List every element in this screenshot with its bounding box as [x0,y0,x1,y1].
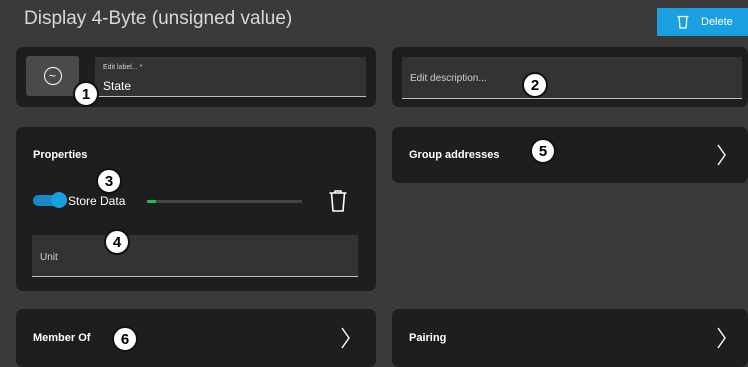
pairing-label: Pairing [409,332,447,344]
delete-button[interactable]: Delete [657,8,748,36]
annotation-badge-3: 3 [96,168,122,194]
description-card: Edit description... [392,47,748,107]
group-addresses-label: Group addresses [409,149,500,161]
properties-card: Properties Store Data Unit [16,127,376,291]
annotation-badge-1: 1 [73,81,99,107]
trash-icon [677,15,689,29]
group-addresses-card[interactable]: Group addresses [392,127,748,183]
properties-title: Properties [33,149,88,161]
progress-fill [147,200,157,203]
member-of-card[interactable]: Member Of [16,309,376,367]
icon-picker-button[interactable]: ~ [26,56,79,96]
store-data-label: Store Data [68,194,126,208]
unit-field[interactable]: Unit [32,235,358,277]
sine-wave-icon: ~ [43,67,62,85]
page-title: Display 4-Byte (unsigned value) [24,8,293,29]
annotation-badge-5: 5 [530,138,556,164]
annotation-badge-2: 2 [522,72,548,98]
label-field-value: State [103,79,132,93]
chevron-right-icon [341,327,350,349]
delete-button-label: Delete [701,16,733,28]
label-card: ~ Edit label... * State [16,47,376,107]
description-placeholder: Edit description... [410,73,487,84]
description-field[interactable]: Edit description... [402,57,742,99]
store-data-toggle[interactable] [33,192,67,208]
chevron-right-icon [717,327,726,349]
member-of-label: Member Of [33,332,91,344]
chevron-right-icon [717,144,726,166]
annotation-badge-6: 6 [112,326,138,352]
label-field-hint: Edit label... * [103,64,143,71]
pairing-card[interactable]: Pairing [392,309,748,367]
store-data-progress [147,200,302,203]
toggle-knob [51,192,67,208]
label-field[interactable]: Edit label... * State [95,57,366,97]
trash-icon[interactable] [329,190,347,212]
unit-placeholder: Unit [40,252,58,263]
annotation-badge-4: 4 [104,229,130,255]
